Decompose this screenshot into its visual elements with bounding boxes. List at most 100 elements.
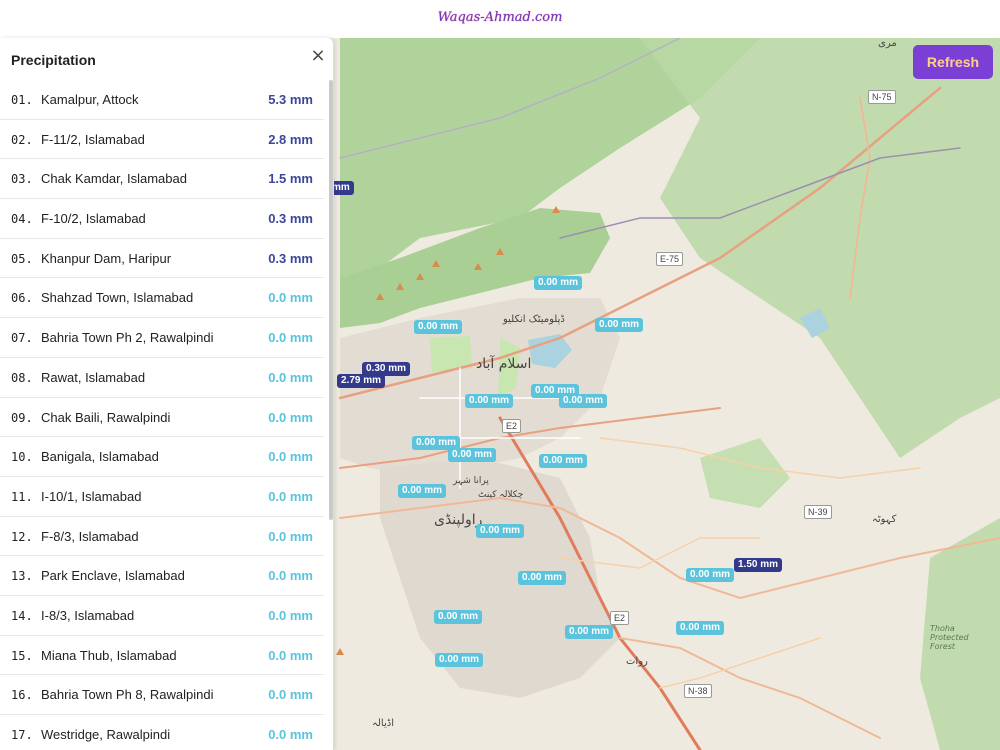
station-row[interactable]: 07. Bahria Town Ph 2, Rawalpindi 0.0 mm <box>0 318 324 358</box>
precip-marker[interactable]: 0.00 mm <box>534 276 583 290</box>
station-amount: 0.0 mm <box>268 528 313 544</box>
station-amount: 0.0 mm <box>268 607 313 623</box>
station-amount: 0.0 mm <box>268 449 313 465</box>
station-amount: 0.0 mm <box>268 727 313 742</box>
panel-title: Precipitation <box>11 52 96 68</box>
road-shield-n38: N-38 <box>684 684 712 698</box>
precip-marker[interactable]: 0.00 mm <box>398 484 447 498</box>
station-row[interactable]: 03. Chak Kamdar, Islamabad 1.5 mm <box>0 159 324 200</box>
station-name: Banigala, Islamabad <box>41 449 159 465</box>
station-amount: 0.3 mm <box>268 250 313 266</box>
station-row[interactable]: 15. Miana Thub, Islamabad 0.0 mm <box>0 636 324 676</box>
station-name: F-11/2, Islamabad <box>41 131 145 147</box>
station-row[interactable]: 14. I-8/3, Islamabad 0.0 mm <box>0 596 324 636</box>
map-forest-patch <box>700 438 790 508</box>
precip-marker[interactable]: 0.00 mm <box>686 568 735 582</box>
station-row[interactable]: 04. F-10/2, Islamabad 0.3 mm <box>0 199 324 239</box>
station-name: Chak Kamdar, Islamabad <box>41 171 187 187</box>
precip-marker[interactable]: 0.00 mm <box>476 524 525 538</box>
station-name: Shahzad Town, Islamabad <box>41 290 194 306</box>
site-title[interactable]: Waqas-Ahmad.com <box>0 10 1000 25</box>
map-label-chaklala: چکلالہ کینٹ <box>478 490 524 500</box>
station-rank: 10. <box>11 450 33 465</box>
station-row[interactable]: 09. Chak Baili, Rawalpindi 0.0 mm <box>0 398 324 438</box>
station-name: Rawat, Islamabad <box>41 369 146 385</box>
station-name: Chak Baili, Rawalpindi <box>41 409 171 425</box>
road-shield-e2-south: E2 <box>610 611 630 625</box>
precip-marker[interactable]: 0.00 mm <box>539 454 588 468</box>
map-label-adyala: اڈیالہ <box>372 718 394 729</box>
map-label-diplomatic-enclave: ڈپلومیٹک انکلیو <box>503 314 565 325</box>
precip-marker[interactable]: 0.00 mm <box>414 320 463 334</box>
station-row[interactable]: 12. F-8/3, Islamabad 0.0 mm <box>0 517 324 557</box>
top-bar: Waqas-Ahmad.com <box>0 0 1000 38</box>
precip-marker[interactable]: 0.00 mm <box>559 394 608 408</box>
station-name: Bahria Town Ph 8, Rawalpindi <box>41 687 214 703</box>
station-rank: 03. <box>11 172 33 187</box>
station-amount: 0.0 mm <box>268 330 313 346</box>
precip-marker[interactable]: 0.00 mm <box>435 653 484 667</box>
road-shield-n39: N-39 <box>804 505 832 519</box>
road-shield-n75: N-75 <box>868 90 896 104</box>
refresh-button[interactable]: Refresh <box>913 45 993 79</box>
station-name: Kamalpur, Attock <box>41 92 139 107</box>
station-amount: 0.0 mm <box>268 647 313 663</box>
station-row[interactable]: 10. Banigala, Islamabad 0.0 mm <box>0 437 324 477</box>
station-name: Bahria Town Ph 2, Rawalpindi <box>41 330 214 346</box>
station-amount: 0.0 mm <box>268 687 313 703</box>
station-row[interactable]: 11. I-10/1, Islamabad 0.0 mm <box>0 477 324 517</box>
precip-marker[interactable]: 0.00 mm <box>676 621 725 635</box>
station-name: I-10/1, Islamabad <box>41 488 142 504</box>
map-label-rawat: روات <box>626 656 648 667</box>
station-amount: 0.3 mm <box>268 211 313 227</box>
station-rank: 02. <box>11 132 33 147</box>
station-row[interactable]: 13. Park Enclave, Islamabad 0.0 mm <box>0 556 324 596</box>
station-row[interactable]: 08. Rawat, Islamabad 0.0 mm <box>0 358 324 398</box>
map-label-murree: مری <box>878 38 897 49</box>
station-amount: 1.5 mm <box>268 171 313 187</box>
station-amount: 0.0 mm <box>268 409 313 425</box>
station-name: I-8/3, Islamabad <box>41 607 135 623</box>
precip-marker[interactable]: 0.00 mm <box>448 448 497 462</box>
precip-marker[interactable]: 1.50 mm <box>734 558 783 572</box>
station-amount: 0.0 mm <box>268 290 313 306</box>
map-label-kahuta: کہوٹہ <box>872 514 897 525</box>
precip-marker[interactable]: 0.00 mm <box>434 610 483 624</box>
station-rank: 11. <box>11 489 33 504</box>
map-forest-east <box>640 38 1000 458</box>
map-label-islamabad: اسلام آباد <box>476 356 532 372</box>
station-rank: 07. <box>11 331 33 346</box>
station-rank: 09. <box>11 410 33 425</box>
station-rank: 15. <box>11 648 33 663</box>
map-label-purana-shehar: پرانا شہر <box>453 476 489 486</box>
precip-marker[interactable]: 0.00 mm <box>465 394 514 408</box>
station-rank: 12. <box>11 529 33 544</box>
station-row[interactable]: 17. Westridge, Rawalpindi 0.0 mm <box>0 715 324 750</box>
precipitation-panel: Precipitation × 01. Kamalpur, Attock 5.3 m… <box>0 38 334 750</box>
station-amount: 0.0 mm <box>268 488 313 504</box>
road-shield-e75: E-75 <box>656 252 684 266</box>
station-row[interactable]: 01. Kamalpur, Attock 5.3 mm <box>0 80 324 120</box>
precip-marker[interactable]: 0.00 mm <box>565 625 614 639</box>
station-rank: 17. <box>11 728 33 742</box>
station-amount: 0.0 mm <box>268 369 313 385</box>
close-icon[interactable]: × <box>308 46 328 66</box>
station-amount: 0.0 mm <box>268 568 313 584</box>
station-rank: 16. <box>11 688 33 703</box>
station-row[interactable]: 05. Khanpur Dam, Haripur 0.3 mm <box>0 239 324 279</box>
precip-marker[interactable]: 0.00 mm <box>595 318 644 332</box>
station-name: Westridge, Rawalpindi <box>41 727 171 742</box>
station-row[interactable]: 16. Bahria Town Ph 8, Rawalpindi 0.0 mm <box>0 675 324 715</box>
station-name: F-8/3, Islamabad <box>41 528 139 544</box>
station-amount: 5.3 mm <box>268 92 313 107</box>
station-rank: 06. <box>11 291 33 306</box>
scrollbar[interactable] <box>329 80 333 520</box>
station-row[interactable]: 06. Shahzad Town, Islamabad 0.0 mm <box>0 278 324 319</box>
station-rank: 04. <box>11 212 33 227</box>
precip-marker[interactable]: 2.79 mm <box>337 374 386 388</box>
station-name: Miana Thub, Islamabad <box>41 647 177 663</box>
station-row[interactable]: 02. F-11/2, Islamabad 2.8 mm <box>0 120 324 160</box>
precip-marker[interactable]: 0.00 mm <box>518 571 567 585</box>
station-name: Khanpur Dam, Haripur <box>41 250 172 266</box>
station-amount: 2.8 mm <box>268 131 313 147</box>
